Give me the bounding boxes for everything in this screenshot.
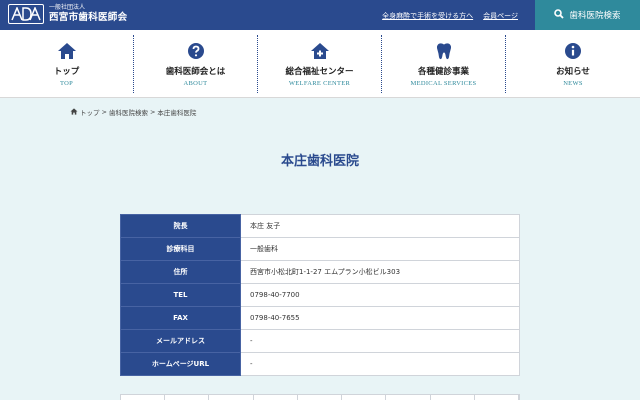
table-row: ホームページURL - — [120, 352, 520, 376]
breadcrumb-top-link[interactable]: トップ — [80, 107, 100, 117]
director-value: 本庄 友子 — [240, 214, 520, 238]
table-row: メールアドレス - — [120, 329, 520, 353]
nav-en-label: ABOUT — [183, 79, 208, 87]
department-label: 診療科目 — [120, 237, 241, 261]
schedule-table-top — [120, 394, 520, 400]
clinic-search-label: 歯科医院検索 — [569, 11, 621, 21]
header-links: 全身麻酔で手術を受ける方へ 会員ページ — [382, 11, 518, 21]
org-name: 西宮市歯科医師会 — [49, 12, 128, 24]
home-icon — [70, 107, 78, 117]
table-row: 住所 西宮市小松北町1-1-27 エムプラン小松ビル303 — [120, 260, 520, 284]
nav-en-label: TOP — [59, 79, 74, 87]
nav-item-welfare-center[interactable]: 総合福祉センター WELFARE CENTER — [258, 35, 382, 93]
nav-item-about[interactable]: 歯科医師会とは ABOUT — [134, 35, 258, 93]
table-row: 院長 本庄 友子 — [120, 214, 520, 238]
breadcrumb-separator: > — [149, 108, 156, 116]
clinic-info-table: 院長 本庄 友子 診療科目 一般歯科 住所 西宮市小松北町1-1-27 エムプラ… — [120, 214, 520, 376]
org-type-label: 一般社団法人 — [49, 4, 86, 12]
top-header: 一般社団法人 西宮市歯科医師会 全身麻酔で手術を受ける方へ 会員ページ 歯科医院… — [0, 0, 640, 30]
address-label: 住所 — [120, 260, 241, 284]
homepage-value: - — [240, 352, 520, 376]
tooth-icon — [436, 42, 452, 60]
member-page-link[interactable]: 会員ページ — [483, 11, 518, 21]
nav-item-top[interactable]: トップ TOP — [0, 35, 134, 93]
site-logo[interactable]: 一般社団法人 西宮市歯科医師会 — [8, 4, 127, 24]
clinic-search-button[interactable]: 歯科医院検索 — [535, 0, 640, 30]
director-label: 院長 — [120, 214, 241, 238]
nav-en-label: WELFARE CENTER — [288, 79, 351, 87]
nav-item-news[interactable]: お知らせ NEWS — [506, 35, 640, 93]
nav-label: 歯科医師会とは — [165, 66, 226, 77]
search-icon — [554, 8, 565, 22]
nav-label: トップ — [53, 66, 80, 77]
email-value: - — [240, 329, 520, 353]
nav-en-label: NEWS — [563, 79, 583, 87]
question-icon — [187, 42, 205, 60]
tel-value[interactable]: 0798-40-7700 — [240, 283, 520, 307]
nav-label: 総合福祉センター — [285, 66, 354, 77]
nav-item-medical-services[interactable]: 各種健診事業 MEDICAL SERVICES — [382, 35, 506, 93]
breadcrumb-separator: > — [101, 108, 107, 116]
table-row: TEL 0798-40-7700 — [120, 283, 520, 307]
main-nav: トップ TOP 歯科医師会とは ABOUT 総合福祉センター WELFARE C… — [0, 30, 640, 98]
table-row: FAX 0798-40-7655 — [120, 306, 520, 330]
email-label: メールアドレス — [120, 329, 241, 353]
fax-label: FAX — [120, 306, 241, 330]
general-anesthesia-link[interactable]: 全身麻酔で手術を受ける方へ — [382, 11, 473, 21]
home-icon — [57, 42, 77, 60]
breadcrumb: トップ > 歯科医院検索 > 本庄歯科医院 — [70, 107, 196, 117]
breadcrumb-current: 本庄歯科医院 — [157, 109, 197, 117]
page-title: 本庄歯科医院 — [280, 154, 359, 169]
info-icon — [564, 42, 582, 60]
tel-label: TEL — [120, 283, 241, 307]
nav-label: 各種健診事業 — [417, 66, 469, 77]
logo-mark-icon — [8, 4, 44, 24]
nav-label: お知らせ — [556, 66, 590, 77]
welfare-house-icon — [310, 42, 330, 60]
table-row: 診療科目 一般歯科 — [120, 237, 520, 261]
breadcrumb-search-link[interactable]: 歯科医院検索 — [109, 107, 148, 117]
fax-value: 0798-40-7655 — [240, 306, 520, 330]
nav-en-label: MEDICAL SERVICES — [410, 79, 477, 87]
homepage-label: ホームページURL — [120, 352, 241, 376]
department-value: 一般歯科 — [240, 237, 520, 261]
address-value: 西宮市小松北町1-1-27 エムプラン小松ビル303 — [240, 260, 520, 284]
